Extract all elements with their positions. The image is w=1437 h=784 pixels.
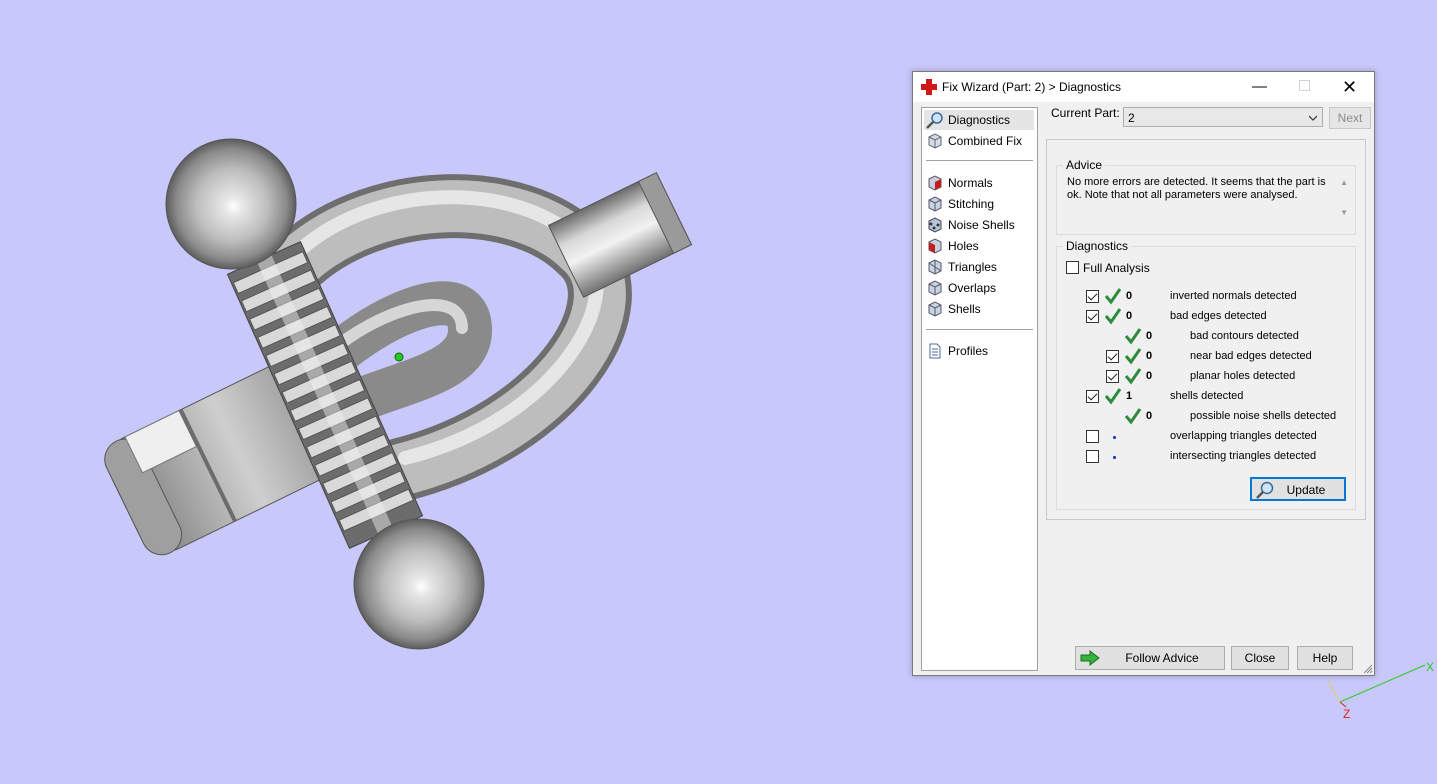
fix-wizard-dialog: Fix Wizard (Part: 2) > Diagnostics — ☐ ✕… xyxy=(912,71,1375,676)
row-checkbox[interactable] xyxy=(1086,390,1099,403)
next-button[interactable]: Next xyxy=(1329,107,1371,129)
holes-cube-icon xyxy=(928,238,942,254)
diag-row-shells: 1 shells detected xyxy=(1057,387,1357,407)
magnifier-icon xyxy=(926,112,943,129)
nav-item-shells[interactable]: Shells xyxy=(924,299,1034,319)
green-check-icon xyxy=(1124,368,1142,385)
diagnostics-group: Diagnostics Full Analysis 0 inverted nor… xyxy=(1056,239,1357,510)
dialog-title: Fix Wizard (Part: 2) > Diagnostics xyxy=(942,80,1122,94)
nav-separator xyxy=(926,160,1033,161)
advice-title: Advice xyxy=(1063,158,1106,172)
nav-item-profiles[interactable]: Profiles xyxy=(924,341,1034,361)
diag-row-planar-holes: 0 planar holes detected xyxy=(1057,367,1357,387)
pivot-marker xyxy=(394,352,404,362)
wizard-nav: Diagnostics Combined Fix Normals Stitchi… xyxy=(921,107,1038,671)
nav-item-diagnostics[interactable]: Diagnostics xyxy=(924,110,1034,130)
green-check-icon xyxy=(1124,348,1142,365)
pending-dot-icon xyxy=(1113,456,1116,459)
triangles-cube-icon xyxy=(928,259,942,275)
diag-row-noise-shells: 0 possible noise shells detected xyxy=(1057,407,1357,427)
scroll-down-icon[interactable]: ▼ xyxy=(1340,208,1348,217)
y-axis-line xyxy=(1327,679,1341,703)
resize-grip-icon[interactable] xyxy=(1363,664,1373,674)
diag-row-bad-edges: 0 bad edges detected xyxy=(1057,307,1357,327)
diag-row-inverted-normals: 0 inverted normals detected xyxy=(1057,287,1357,307)
row-checkbox[interactable] xyxy=(1086,430,1099,443)
green-check-icon xyxy=(1124,408,1142,425)
scroll-up-icon[interactable]: ▲ xyxy=(1340,178,1348,187)
nav-item-combined-fix[interactable]: Combined Fix xyxy=(924,131,1034,151)
nav-item-holes[interactable]: Holes xyxy=(924,236,1034,256)
maximize-button[interactable]: ☐ xyxy=(1282,72,1327,102)
nav-separator xyxy=(926,329,1033,330)
diag-row-near-bad-edges: 0 near bad edges detected xyxy=(1057,347,1357,367)
row-checkbox[interactable] xyxy=(1086,450,1099,463)
diagnostics-panel: Advice No more errors are detected. It s… xyxy=(1046,139,1366,520)
title-bar[interactable]: Fix Wizard (Part: 2) > Diagnostics — ☐ ✕ xyxy=(913,72,1374,102)
document-icon xyxy=(929,343,941,359)
bottom-sphere xyxy=(353,518,485,650)
minimize-button[interactable]: — xyxy=(1237,72,1282,102)
diagnostics-title: Diagnostics xyxy=(1063,239,1132,253)
nav-item-noise-shells[interactable]: Noise Shells xyxy=(924,215,1034,235)
row-checkbox[interactable] xyxy=(1086,310,1099,323)
help-button[interactable]: Help xyxy=(1297,646,1353,670)
part-3d-model[interactable] xyxy=(0,0,900,784)
stitching-cube-icon xyxy=(928,196,942,212)
advice-group: Advice No more errors are detected. It s… xyxy=(1056,158,1356,235)
current-part-value: 2 xyxy=(1128,111,1135,125)
nav-item-normals[interactable]: Normals xyxy=(924,173,1034,193)
nav-item-stitching[interactable]: Stitching xyxy=(924,194,1034,214)
close-window-button[interactable]: ✕ xyxy=(1327,72,1372,102)
close-button[interactable]: Close xyxy=(1231,646,1289,670)
full-analysis-label: Full Analysis xyxy=(1083,261,1150,275)
diag-row-intersecting-triangles: intersecting triangles detected xyxy=(1057,447,1357,467)
row-checkbox[interactable] xyxy=(1106,370,1119,383)
shells-cube-icon xyxy=(928,301,942,317)
normals-cube-icon xyxy=(928,175,942,191)
advice-text: No more errors are detected. It seems th… xyxy=(1067,176,1326,201)
red-cross-icon xyxy=(921,79,937,95)
overlaps-cube-icon xyxy=(928,280,942,296)
z-axis-label: Z xyxy=(1343,707,1350,721)
green-check-icon xyxy=(1124,328,1142,345)
row-checkbox[interactable] xyxy=(1086,290,1099,303)
update-button[interactable]: Update xyxy=(1250,477,1346,501)
green-arrow-icon xyxy=(1080,650,1100,666)
diag-row-bad-contours: 0 bad contours detected xyxy=(1057,327,1357,347)
nav-item-triangles[interactable]: Triangles xyxy=(924,257,1034,277)
full-analysis-checkbox[interactable] xyxy=(1066,261,1079,274)
top-sphere xyxy=(165,138,297,270)
x-axis-label: X xyxy=(1426,660,1434,674)
green-check-icon xyxy=(1104,308,1122,325)
pending-dot-icon xyxy=(1113,436,1116,439)
green-check-icon xyxy=(1104,288,1122,305)
chevron-down-icon xyxy=(1309,115,1317,121)
current-part-select[interactable]: 2 xyxy=(1123,107,1323,127)
row-checkbox[interactable] xyxy=(1106,350,1119,363)
current-part-label: Current Part: xyxy=(1051,106,1120,120)
follow-advice-button[interactable]: Follow Advice xyxy=(1075,646,1225,670)
green-check-icon xyxy=(1104,388,1122,405)
nav-item-overlaps[interactable]: Overlaps xyxy=(924,278,1034,298)
noise-shells-icon xyxy=(928,217,942,233)
cube-icon xyxy=(928,133,942,149)
diag-row-overlapping-triangles: overlapping triangles detected xyxy=(1057,427,1357,447)
